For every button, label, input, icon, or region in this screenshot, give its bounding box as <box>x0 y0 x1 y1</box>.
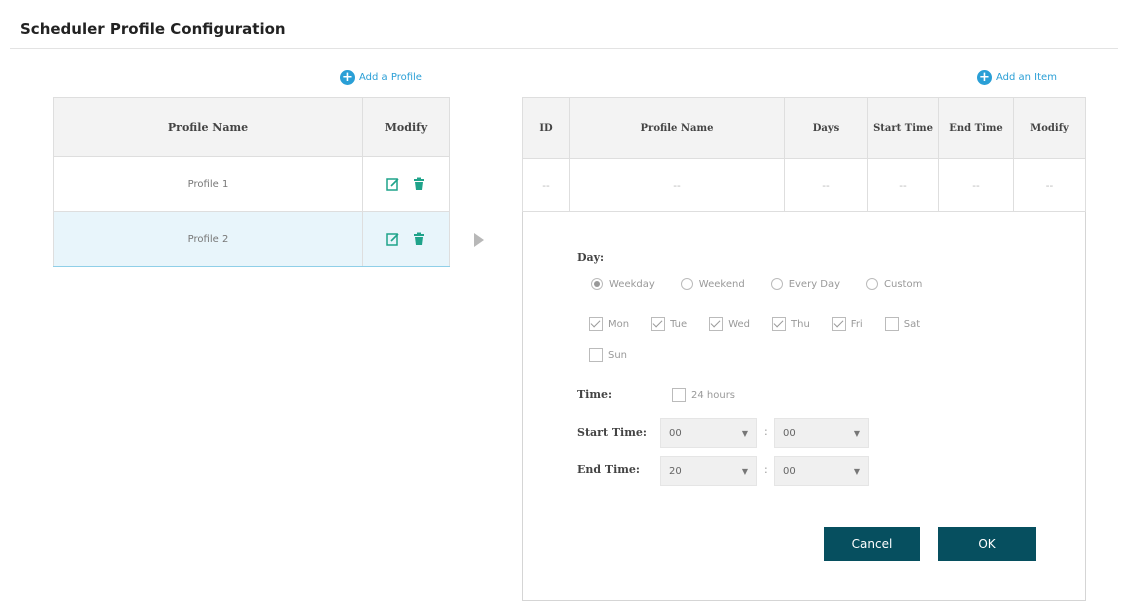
table-row[interactable]: Profile 2 <box>53 211 450 267</box>
column-header-profile-name: Profile Name <box>569 97 785 159</box>
weekday-checkbox-group: Mon Tue Wed Thu Fri Sat <box>589 317 920 331</box>
select-value: 00 <box>669 427 682 439</box>
add-profile-label: Add a Profile <box>359 72 422 83</box>
checkbox-thu[interactable]: Thu <box>772 317 810 331</box>
radio-button[interactable] <box>680 278 693 290</box>
start-time-cell: -- <box>867 158 939 212</box>
end-hour-select[interactable]: 20 ▼ <box>660 456 757 486</box>
checkbox-label: Thu <box>791 318 810 330</box>
end-minute-select[interactable]: 00 ▼ <box>774 456 869 486</box>
page-title: Scheduler Profile Configuration <box>20 20 286 38</box>
checkbox-wed[interactable]: Wed <box>709 317 750 331</box>
caret-down-icon: ▼ <box>741 428 748 438</box>
checkbox[interactable] <box>672 388 686 402</box>
checkbox-24-hours[interactable]: 24 hours <box>672 388 735 402</box>
radio-button[interactable] <box>770 278 783 290</box>
time-separator: : <box>764 463 768 476</box>
add-item-label: Add an Item <box>996 72 1057 83</box>
caret-down-icon: ▼ <box>853 466 860 476</box>
add-profile-button[interactable]: + Add a Profile <box>340 70 422 85</box>
select-value: 20 <box>669 465 682 477</box>
days-cell: -- <box>784 158 868 212</box>
checkbox-fri[interactable]: Fri <box>831 317 863 331</box>
modify-cell: -- <box>1013 158 1086 212</box>
checkbox-tue[interactable]: Tue <box>651 317 687 331</box>
arrow-right-icon <box>474 233 484 247</box>
radio-weekday[interactable]: Weekday <box>591 278 655 290</box>
caret-down-icon: ▼ <box>853 428 860 438</box>
start-time-label: Start Time: <box>577 426 647 439</box>
time-label: Time: <box>577 388 613 401</box>
day-radio-group: Weekday Weekend Every Day Custom <box>591 278 922 290</box>
checkbox-label: Sun <box>608 349 628 361</box>
end-time-cell: -- <box>938 158 1014 212</box>
add-item-button[interactable]: + Add an Item <box>977 70 1057 85</box>
caret-down-icon: ▼ <box>741 466 748 476</box>
checkbox[interactable] <box>651 317 666 331</box>
column-header-modify: Modify <box>1013 97 1086 159</box>
column-header-profile-name: Profile Name <box>53 97 363 157</box>
column-header-days: Days <box>784 97 868 159</box>
radio-label: Weekend <box>698 278 745 290</box>
checkbox-label: 24 hours <box>691 389 736 401</box>
radio-custom[interactable]: Custom <box>866 278 922 290</box>
checkbox-sun[interactable]: Sun <box>589 348 627 362</box>
day-label: Day: <box>577 251 605 264</box>
checkbox-label: Wed <box>728 318 750 330</box>
delete-icon[interactable] <box>412 177 426 191</box>
id-cell: -- <box>522 158 570 212</box>
profile-name-cell: -- <box>569 158 785 212</box>
checkbox-sat[interactable]: Sat <box>884 317 921 331</box>
checkbox[interactable] <box>709 317 724 331</box>
checkbox[interactable] <box>772 317 786 331</box>
weekday-checkbox-group-2: Sun <box>589 348 627 362</box>
radio-every-day[interactable]: Every Day <box>770 278 841 290</box>
entry-table: ID Profile Name Days Start Time End Time… <box>522 97 1086 212</box>
cancel-button[interactable]: Cancel <box>824 527 920 561</box>
select-value: 00 <box>783 427 796 439</box>
checkbox[interactable] <box>589 348 603 362</box>
radio-button[interactable] <box>591 278 603 290</box>
radio-weekend[interactable]: Weekend <box>680 278 745 290</box>
table-row[interactable]: Profile 1 <box>53 156 450 212</box>
start-minute-select[interactable]: 00 ▼ <box>774 418 869 448</box>
delete-icon[interactable] <box>412 232 426 246</box>
plus-icon: + <box>340 70 355 85</box>
checkbox[interactable] <box>884 317 899 331</box>
profile-name-cell: Profile 1 <box>53 156 363 212</box>
time-separator: : <box>764 425 768 438</box>
checkbox[interactable] <box>589 317 603 331</box>
select-value: 00 <box>783 465 796 477</box>
checkbox-mon[interactable]: Mon <box>589 317 629 331</box>
end-time-label: End Time: <box>577 463 640 476</box>
profile-name-cell: Profile 2 <box>53 211 363 267</box>
radio-label: Weekday <box>609 278 655 290</box>
checkbox[interactable] <box>831 317 846 331</box>
checkbox-label: Mon <box>608 318 630 330</box>
modify-cell <box>362 156 450 212</box>
edit-icon[interactable] <box>386 232 400 246</box>
modify-cell <box>362 211 450 267</box>
hours24-row: 24 hours <box>672 388 735 402</box>
start-hour-select[interactable]: 00 ▼ <box>660 418 757 448</box>
column-header-start-time: Start Time <box>867 97 939 159</box>
edit-icon[interactable] <box>386 177 400 191</box>
plus-icon: + <box>977 70 992 85</box>
ok-button[interactable]: OK <box>938 527 1036 561</box>
checkbox-label: Tue <box>670 318 688 330</box>
radio-label: Every Day <box>788 278 841 290</box>
table-row: -- -- -- -- -- -- <box>522 158 1086 212</box>
column-header-end-time: End Time <box>938 97 1014 159</box>
profile-table: Profile Name Modify Profile 1 Profile 2 <box>53 97 450 267</box>
title-divider <box>10 48 1118 49</box>
column-header-id: ID <box>522 97 570 159</box>
checkbox-label: Fri <box>850 318 863 330</box>
column-header-modify: Modify <box>362 97 450 157</box>
radio-button[interactable] <box>866 278 879 290</box>
radio-label: Custom <box>884 278 923 290</box>
checkbox-label: Sat <box>903 318 921 330</box>
